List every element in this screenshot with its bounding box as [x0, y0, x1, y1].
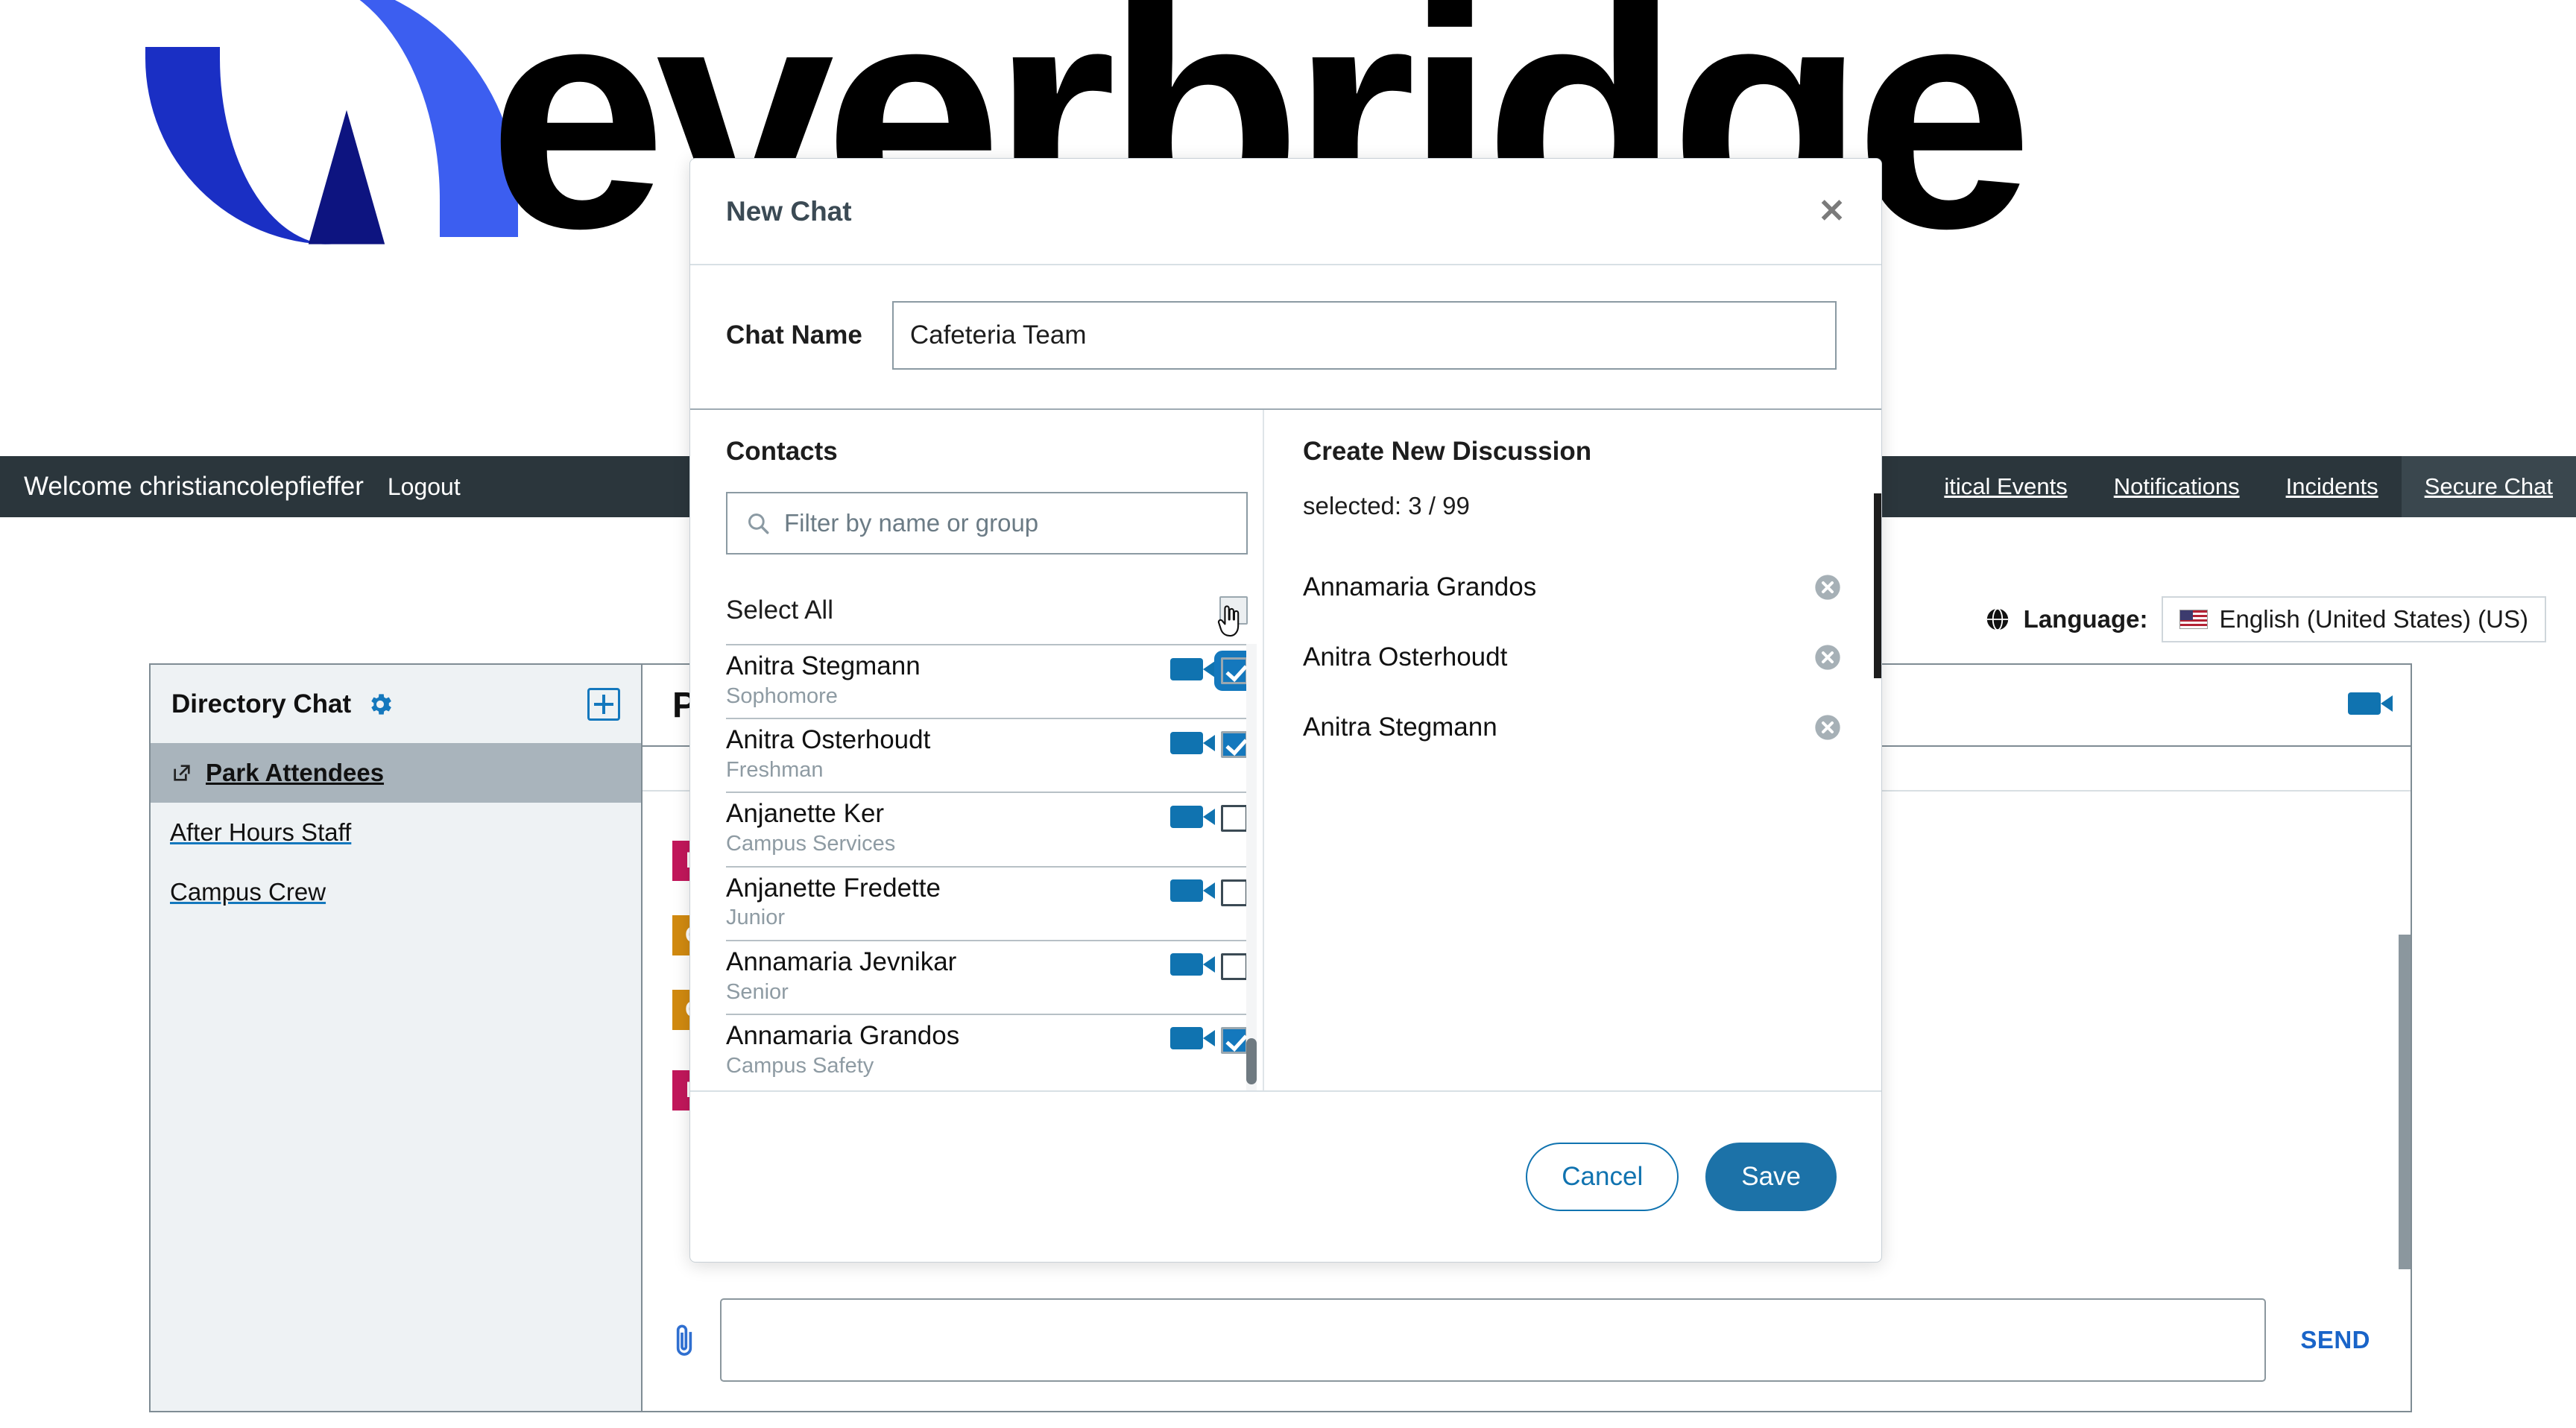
cancel-button[interactable]: Cancel: [1526, 1143, 1679, 1211]
contact-row[interactable]: Anjanette Ker Campus Services: [726, 792, 1248, 865]
discussion-heading: Create New Discussion: [1303, 437, 1592, 466]
contact-checkbox[interactable]: [1221, 731, 1248, 759]
search-icon: [748, 514, 769, 534]
video-camera-icon[interactable]: [1170, 731, 1215, 758]
contact-checkbox[interactable]: [1221, 805, 1248, 833]
select-all-label: Select All: [726, 595, 833, 625]
contact-row[interactable]: Annamaria Jevnikar Senior: [726, 939, 1248, 1014]
discussion-column: Create New Discussion selected: 3 / 99 A…: [1264, 410, 1881, 1090]
new-chat-modal: New Chat ✕ Chat Name Contacts Select A: [689, 158, 1882, 1263]
remove-circle-icon[interactable]: [1813, 572, 1843, 602]
contact-name: Anitra Stegmann: [726, 651, 921, 680]
contact-row[interactable]: Anitra Osterhoudt Freshman: [726, 718, 1248, 792]
chat-name-label: Chat Name: [726, 320, 862, 350]
contact-subtitle: Freshman: [726, 757, 824, 782]
contact-name: Annamaria Jevnikar: [726, 947, 957, 976]
contact-row[interactable]: Annamaria Grandos Campus Safety: [726, 1013, 1248, 1087]
modal-title: New Chat: [726, 195, 852, 227]
contact-subtitle: Senior: [726, 979, 789, 1004]
list-item: Annamaria Grandos: [1303, 572, 1843, 602]
contact-subtitle: Campus Safety: [726, 1053, 874, 1078]
contact-subtitle: Junior: [726, 906, 785, 930]
modal-header: New Chat ✕: [690, 159, 1881, 265]
selected-name: Anitra Stegmann: [1303, 713, 1497, 742]
page-scrollbar[interactable]: [1874, 493, 1881, 678]
contact-checkbox[interactable]: [1221, 952, 1248, 980]
save-button[interactable]: Save: [1705, 1143, 1837, 1211]
chat-name-input[interactable]: [891, 301, 1837, 370]
contact-name: Annamaria Grandos: [726, 1020, 960, 1050]
select-all-checkbox[interactable]: [1219, 596, 1248, 625]
video-camera-icon[interactable]: [1170, 953, 1215, 979]
video-camera-icon[interactable]: [1170, 805, 1215, 832]
contact-checkbox[interactable]: [1221, 879, 1248, 906]
contact-name: Anitra Osterhoudt: [726, 725, 931, 755]
contact-checkbox[interactable]: [1214, 651, 1254, 691]
remove-circle-icon[interactable]: [1813, 642, 1843, 672]
contact-subtitle: Campus Services: [726, 832, 896, 856]
select-all-row[interactable]: Select All: [726, 589, 1248, 632]
contact-checkbox[interactable]: [1221, 1026, 1248, 1054]
contacts-heading: Contacts: [726, 437, 838, 466]
list-item: Anitra Osterhoudt: [1303, 642, 1843, 672]
video-camera-icon[interactable]: [1170, 1027, 1215, 1053]
contacts-scrollbar-thumb[interactable]: [1246, 1038, 1257, 1084]
modal-overlay: New Chat ✕ Chat Name Contacts Select A: [0, 0, 2576, 1428]
video-camera-icon[interactable]: [1170, 879, 1215, 906]
list-item: Anitra Stegmann: [1303, 713, 1843, 742]
contacts-column: Contacts Select All Anitra Stegma: [690, 410, 1264, 1090]
contact-subtitle: Sophomore: [726, 683, 838, 708]
contact-name: Anjanette Ker: [726, 799, 885, 829]
remove-circle-icon[interactable]: [1813, 713, 1843, 742]
contact-row[interactable]: Anitra Stegmann Sophomore: [726, 644, 1254, 718]
contact-name: Anjanette Fredette: [726, 873, 941, 903]
contacts-list: Anitra Stegmann Sophomore Anitra Osterho…: [726, 644, 1261, 1090]
contact-row[interactable]: Anjanette Fredette Junior: [726, 865, 1248, 940]
contacts-filter-input[interactable]: [784, 509, 1228, 537]
modal-footer: Cancel Save: [690, 1090, 1881, 1262]
close-icon[interactable]: ✕: [1818, 195, 1846, 228]
chat-name-row: Chat Name: [690, 265, 1881, 410]
selected-participants-list: Annamaria Grandos Anitra Osterhoudt Anit…: [1303, 572, 1843, 742]
contacts-filter-box[interactable]: [726, 492, 1248, 555]
video-camera-icon[interactable]: [1170, 657, 1215, 684]
selected-name: Anitra Osterhoudt: [1303, 642, 1508, 672]
contacts-scrollbar-track[interactable]: [1246, 644, 1257, 1090]
selected-count-text: selected: 3 / 99: [1303, 492, 1470, 519]
modal-body: Contacts Select All Anitra Stegma: [690, 410, 1881, 1090]
selected-name: Annamaria Grandos: [1303, 572, 1537, 601]
